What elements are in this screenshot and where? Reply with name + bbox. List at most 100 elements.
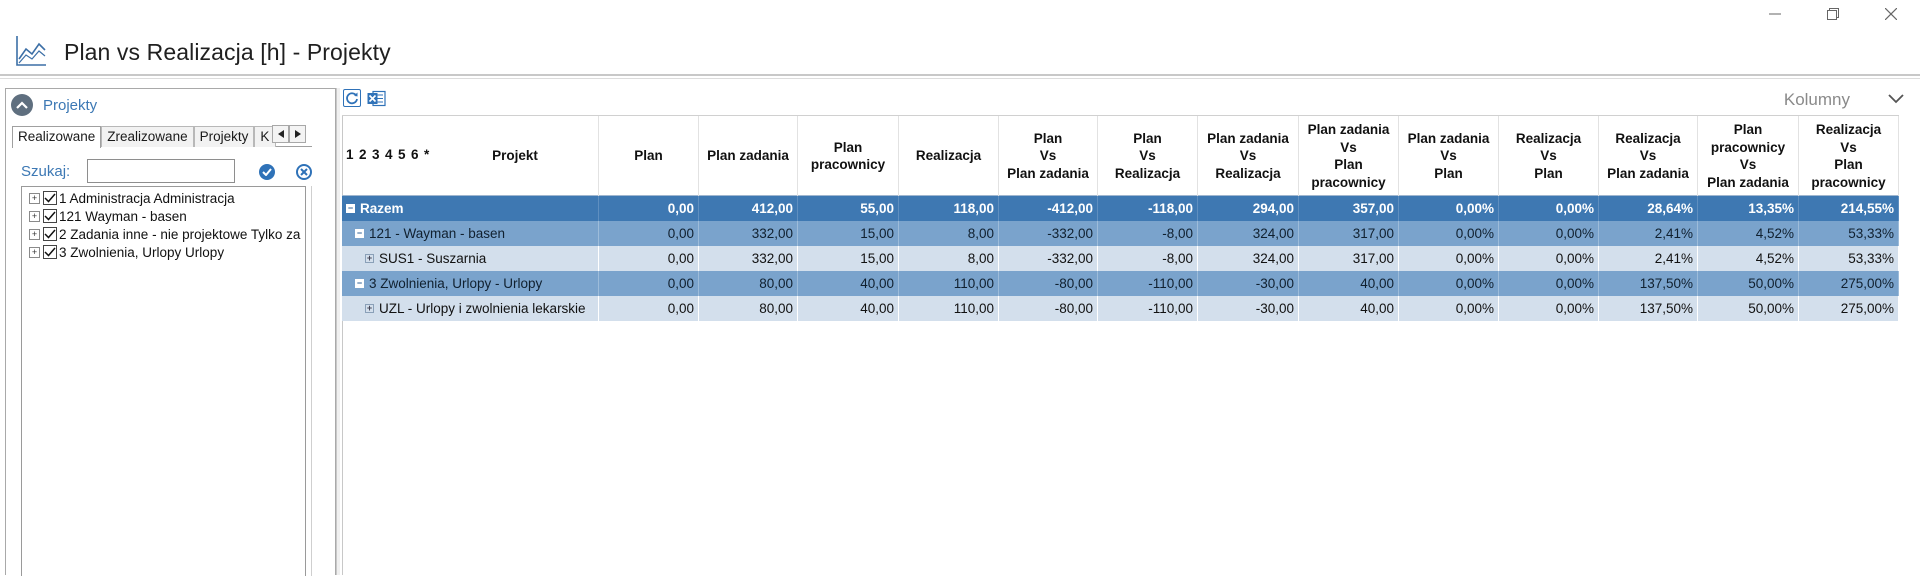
tab-scroll-right-button[interactable] (289, 125, 306, 143)
tree-item[interactable]: + 3 Zwolnienia, Urlopy Urlopy (29, 243, 224, 261)
value-cell: -332,00 (999, 221, 1098, 246)
excel-icon (367, 90, 386, 106)
value-cell: -412,00 (999, 196, 1098, 221)
table-row[interactable]: + SUS1 - Suszarnia 0,00 332,00 15,00 8,00 -332… (342, 246, 1899, 271)
tab-zrealizowane[interactable]: Zrealizowane (101, 126, 194, 147)
value-cell: 324,00 (1198, 221, 1299, 246)
column-header[interactable]: Plan zadania (699, 116, 798, 196)
value-cell: 317,00 (1299, 221, 1399, 246)
column-header[interactable]: Plan Vs Realizacja (1098, 116, 1198, 196)
value-cell: 2,41% (1599, 246, 1698, 271)
value-cell: 110,00 (899, 271, 999, 296)
value-cell: -8,00 (1098, 246, 1198, 271)
checkmark-icon (44, 247, 56, 257)
column-header[interactable]: Realizacja Vs Plan zadania (1599, 116, 1698, 196)
level-6-button[interactable]: 6 (411, 147, 419, 162)
tab-projekty[interactable]: Projekty (193, 126, 255, 147)
expand-icon[interactable]: + (29, 210, 40, 222)
level-3-button[interactable]: 3 (372, 147, 380, 162)
checkmark-icon (44, 211, 56, 221)
minimize-button[interactable] (1746, 0, 1804, 28)
column-header[interactable]: Plan pracownicy (798, 116, 899, 196)
tree-item[interactable]: + 1 Administracja Administracja (29, 189, 235, 207)
checkbox[interactable] (43, 209, 57, 223)
value-cell: 8,00 (899, 246, 999, 271)
x-icon (300, 168, 308, 176)
value-cell: -110,00 (1098, 271, 1198, 296)
project-name: Razem (360, 201, 404, 216)
column-header[interactable]: Realizacja Vs Plan pracownicy (1799, 116, 1899, 196)
clear-search-button[interactable] (296, 164, 312, 180)
value-cell: -332,00 (999, 246, 1098, 271)
restore-button[interactable] (1804, 0, 1862, 28)
value-cell: 53,33% (1799, 221, 1899, 246)
total-row[interactable]: − Razem 0,00 412,00 55,00 118,00 -412,00 -118,0… (342, 196, 1899, 221)
triangle-right-icon (294, 130, 301, 138)
value-cell: 28,64% (1599, 196, 1698, 221)
column-header[interactable]: Plan (599, 116, 699, 196)
level-4-button[interactable]: 4 (385, 147, 393, 162)
chevron-down-icon[interactable] (1886, 91, 1906, 107)
expand-icon[interactable]: + (29, 246, 40, 258)
search-input[interactable] (87, 159, 235, 183)
close-button[interactable] (1862, 0, 1920, 28)
column-header[interactable]: Plan zadania Vs Plan pracownicy (1299, 116, 1399, 196)
export-excel-button[interactable] (367, 89, 386, 107)
column-header[interactable]: Realizacja Vs Plan (1499, 116, 1599, 196)
project-cell: −121 - Wayman - basen (342, 221, 599, 246)
value-cell: 55,00 (798, 196, 899, 221)
page-title: Plan vs Realizacja [h] - Projekty (64, 39, 391, 65)
chevron-up-icon (16, 101, 28, 109)
panel-inner-border (311, 186, 312, 576)
expand-icon[interactable]: + (29, 228, 40, 240)
checkbox[interactable] (43, 227, 57, 241)
expand-icon[interactable]: + (365, 304, 374, 313)
column-header[interactable]: Plan zadania Vs Plan (1399, 116, 1499, 196)
value-cell: 357,00 (1299, 196, 1399, 221)
column-header[interactable]: Plan Vs Plan zadania (999, 116, 1098, 196)
level-5-button[interactable]: 5 (398, 147, 406, 162)
value-cell: 80,00 (699, 296, 798, 321)
level-2-button[interactable]: 2 (359, 147, 367, 162)
tab-realizowane[interactable]: Realizowane (12, 126, 102, 148)
table-row[interactable]: + UZL - Urlopy i zwolnienia lekarskie 0,00… (342, 296, 1899, 321)
checkbox[interactable] (43, 191, 57, 205)
column-header[interactable]: Realizacja (899, 116, 999, 196)
collapse-panel-button[interactable] (11, 94, 33, 116)
checkmark-icon (44, 193, 56, 203)
expand-icon[interactable]: + (365, 254, 374, 263)
panel-splitter[interactable] (336, 88, 340, 575)
window-controls (1746, 0, 1920, 28)
table-row[interactable]: −3 Zwolnienia, Urlopy - Urlopy 0,00 80,00 4… (342, 271, 1899, 296)
value-cell: -30,00 (1198, 271, 1299, 296)
checkbox[interactable] (43, 245, 57, 259)
collapse-icon[interactable]: − (355, 229, 364, 238)
level-1-button[interactable]: 1 (346, 147, 354, 162)
column-header[interactable]: Plan pracownicy Vs Plan zadania (1698, 116, 1799, 196)
value-cell: 50,00% (1698, 296, 1799, 321)
column-header[interactable]: Plan zadania Vs Realizacja (1198, 116, 1299, 196)
tab-scroll-left-button[interactable] (272, 125, 289, 143)
search-label: Szukaj: (21, 163, 71, 180)
value-cell: 412,00 (699, 196, 798, 221)
level-all-button[interactable]: * (424, 147, 429, 162)
table-row[interactable]: −121 - Wayman - basen 0,00 332,00 15,00 8,00… (342, 221, 1899, 246)
expand-icon[interactable]: + (29, 192, 40, 204)
project-cell: − Razem (342, 196, 599, 221)
project-name: SUS1 - Suszarnia (379, 251, 487, 266)
collapse-icon[interactable]: − (355, 279, 364, 288)
refresh-button[interactable] (343, 89, 361, 107)
collapse-icon[interactable]: − (346, 204, 355, 213)
value-cell: 4,52% (1698, 221, 1799, 246)
title-divider-secondary (0, 78, 1920, 79)
project-name: UZL - Urlopy i zwolnienia lekarskie (379, 301, 586, 316)
triangle-left-icon (277, 130, 284, 138)
tree-item[interactable]: + 2 Zadania inne - nie projektowe Tylko … (29, 225, 300, 243)
value-cell: 0,00% (1499, 196, 1599, 221)
confirm-search-button[interactable] (259, 164, 275, 180)
column-header[interactable]: Projekt (432, 116, 599, 196)
columns-menu-label[interactable]: Kolumny (1784, 90, 1850, 110)
tree-item-label: 1 Administracja Administracja (59, 190, 235, 206)
title-bar: Plan vs Realizacja [h] - Projekty (0, 30, 1920, 76)
tree-item[interactable]: + 121 Wayman - basen (29, 207, 187, 225)
